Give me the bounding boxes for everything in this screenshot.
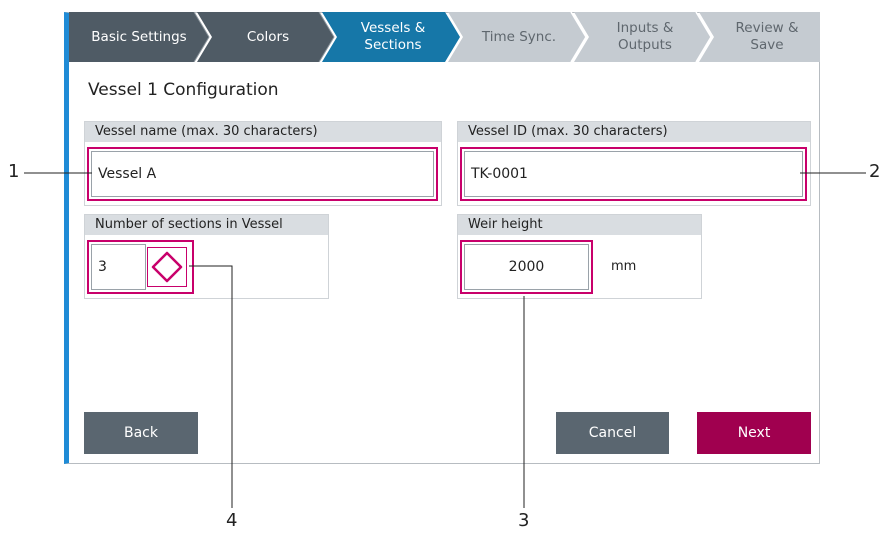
sections-label: Number of sections in Vessel: [85, 215, 328, 235]
vessel-name-input[interactable]: Vessel A: [91, 151, 434, 197]
callout-4: 4: [226, 510, 238, 531]
vessel-id-input[interactable]: TK-0001: [464, 151, 803, 197]
wizard-step-review-save[interactable]: Review & Save: [714, 12, 820, 62]
vessel-id-label: Vessel ID (max. 30 characters): [458, 122, 810, 142]
cancel-button[interactable]: Cancel: [556, 412, 669, 454]
chevron-up-down-icon: [151, 251, 183, 283]
weir-height-label: Weir height: [458, 215, 701, 235]
weir-height-input[interactable]: 2000: [464, 244, 589, 290]
wizard-step-time-sync[interactable]: Time Sync.: [463, 12, 575, 62]
weir-height-unit: mm: [611, 259, 637, 274]
vessel-id-highlight: TK-0001: [460, 147, 807, 201]
next-button[interactable]: Next: [697, 412, 811, 454]
wizard-step-inputs-outputs[interactable]: Inputs & Outputs: [589, 12, 701, 62]
weir-height-highlight: 2000: [460, 240, 593, 294]
wizard-step-colors[interactable]: Colors: [212, 12, 324, 62]
page-title: Vessel 1 Configuration: [88, 80, 279, 100]
wizard-step-vessels-sections[interactable]: Vessels & Sections: [337, 12, 449, 62]
wizard-step-basic-settings[interactable]: Basic Settings: [79, 12, 199, 62]
sections-input[interactable]: 3: [91, 244, 146, 290]
sections-stepper[interactable]: [147, 247, 187, 287]
back-button[interactable]: Back: [84, 412, 198, 454]
callout-1: 1: [8, 161, 20, 182]
callout-2: 2: [869, 161, 881, 182]
wizard-steps: Basic Settings Colors Vessels & Sections…: [69, 12, 820, 62]
vessel-name-highlight: Vessel A: [87, 147, 438, 201]
callout-3: 3: [518, 510, 530, 531]
vessel-name-label: Vessel name (max. 30 characters): [85, 122, 441, 142]
